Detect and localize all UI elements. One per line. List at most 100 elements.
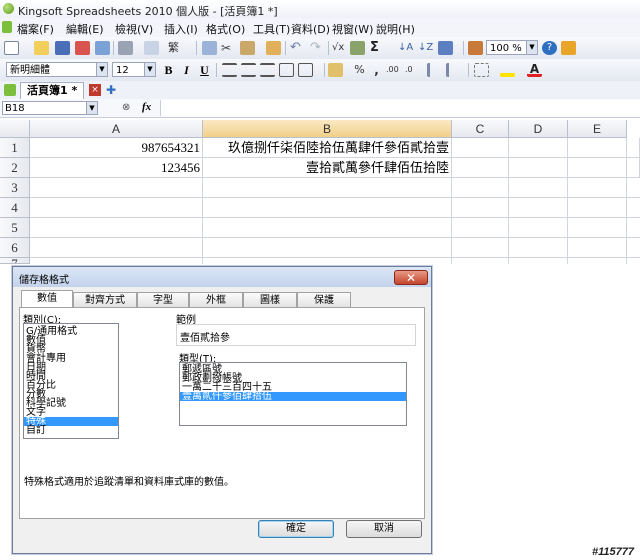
print-icon[interactable]: [118, 41, 133, 55]
align-left-icon[interactable]: [222, 63, 237, 77]
close-tab-icon[interactable]: ×: [89, 84, 101, 96]
row-header-5[interactable]: 5: [0, 218, 30, 238]
tab-alignment[interactable]: 對齊方式: [73, 292, 137, 307]
empty-cells-area[interactable]: [30, 178, 640, 264]
underline-button[interactable]: U: [197, 63, 212, 77]
new-tab-icon[interactable]: ✚: [105, 84, 117, 96]
currency-format-icon[interactable]: [328, 63, 343, 77]
select-all-corner[interactable]: [0, 120, 30, 138]
menu-help[interactable]: 說明(H): [376, 21, 415, 37]
tab-workbook1[interactable]: 活頁簿1 *: [20, 82, 85, 99]
store-icon[interactable]: [561, 41, 576, 55]
column-header-c[interactable]: C: [452, 120, 509, 138]
autosum-icon[interactable]: Σ: [370, 41, 385, 55]
help-icon[interactable]: ?: [542, 41, 557, 55]
tab-patterns[interactable]: 圖樣: [243, 292, 297, 307]
name-box[interactable]: B18 ▼: [2, 101, 98, 115]
cell-e2[interactable]: [568, 158, 640, 178]
category-list[interactable]: G/通用格式 數值 貨幣 會計專用 日期 時間 百分比 分數 科學記號 文字 特…: [23, 323, 119, 439]
chart-icon[interactable]: [468, 41, 483, 55]
decrease-decimal-icon[interactable]: .0: [405, 63, 420, 77]
comma-style-icon[interactable]: ,: [369, 63, 384, 77]
cell-d1[interactable]: [509, 138, 568, 158]
chevron-down-icon[interactable]: ▼: [144, 63, 155, 76]
print-preview-icon[interactable]: [144, 41, 159, 55]
type-list[interactable]: 郵遞區號 郵政劃撥帳號 一萬二千三百四十五 壹萬貳仟參佰肆拾伍: [179, 362, 407, 426]
borders-icon[interactable]: [474, 63, 489, 77]
menu-window[interactable]: 視窗(W): [332, 21, 373, 37]
cell-b1[interactable]: 玖億捌仟柒佰陸拾伍萬肆仟參佰貳拾壹: [203, 138, 452, 158]
insert-function-icon[interactable]: √x: [332, 41, 347, 55]
column-header-e[interactable]: E: [568, 120, 627, 138]
menu-format[interactable]: 格式(O): [206, 21, 245, 37]
cell-c1[interactable]: [452, 138, 509, 158]
decrease-indent-icon[interactable]: [427, 63, 442, 77]
menu-insert[interactable]: 插入(I): [164, 21, 198, 37]
paste-icon[interactable]: [240, 41, 255, 55]
menu-view[interactable]: 檢視(V): [115, 21, 153, 37]
undo-icon[interactable]: ↶: [290, 41, 305, 55]
cell-d2[interactable]: [509, 158, 568, 178]
formula-input[interactable]: [160, 100, 640, 116]
cut-icon[interactable]: ✂: [221, 41, 236, 55]
row-header-2[interactable]: 2: [0, 158, 30, 178]
export-pdf-icon[interactable]: [75, 41, 90, 55]
column-header-a[interactable]: A: [30, 120, 203, 138]
row-header-1[interactable]: 1: [0, 138, 30, 158]
new-document-icon[interactable]: [4, 41, 19, 55]
font-name-select[interactable]: 新明細體 ▼: [6, 62, 108, 77]
doc-menu-icon[interactable]: [2, 21, 12, 33]
redo-icon[interactable]: ↷: [310, 41, 325, 55]
fill-color-icon[interactable]: [500, 63, 515, 77]
percent-icon[interactable]: %: [352, 63, 367, 77]
menu-tools[interactable]: 工具(T): [253, 21, 290, 37]
mail-icon[interactable]: [95, 41, 110, 55]
tab-border[interactable]: 外框: [189, 292, 243, 307]
italic-button[interactable]: I: [179, 63, 194, 77]
increase-indent-icon[interactable]: [446, 63, 461, 77]
font-size-select[interactable]: 12 ▼: [112, 62, 156, 77]
cell-c2[interactable]: [452, 158, 509, 178]
row-header-4[interactable]: 4: [0, 198, 30, 218]
menu-edit[interactable]: 編輯(E): [66, 21, 104, 37]
column-header-d[interactable]: D: [509, 120, 568, 138]
bold-button[interactable]: B: [161, 63, 176, 77]
insert-function-button[interactable]: fx: [142, 101, 151, 113]
ok-button[interactable]: 確定: [258, 520, 334, 538]
copy-icon[interactable]: [202, 41, 217, 55]
increase-decimal-icon[interactable]: .00: [386, 63, 401, 77]
tab-font[interactable]: 字型: [137, 292, 189, 307]
cell-a1[interactable]: 987654321: [30, 138, 203, 158]
align-center-icon[interactable]: [241, 63, 256, 77]
type-item-selected[interactable]: 壹萬貳仟參佰肆拾伍: [180, 392, 406, 402]
category-item[interactable]: 自訂: [24, 426, 118, 436]
merge-center-icon[interactable]: [279, 63, 294, 77]
menu-data[interactable]: 資料(D): [291, 21, 330, 37]
row-header-6[interactable]: 6: [0, 238, 30, 258]
chevron-down-icon[interactable]: ▼: [526, 41, 537, 54]
open-folder-icon[interactable]: [34, 41, 49, 55]
wrap-text-icon[interactable]: [298, 63, 313, 77]
chevron-down-icon[interactable]: ▼: [86, 102, 97, 114]
cancel-button[interactable]: 取消: [346, 520, 422, 538]
zoom-select[interactable]: 100 % ▼: [486, 40, 538, 55]
cell-a2[interactable]: 123456: [30, 158, 203, 178]
sort-ascending-icon[interactable]: ↓A: [398, 41, 413, 55]
hyperlink-icon[interactable]: [350, 41, 365, 55]
row-header-7[interactable]: 7: [0, 258, 30, 264]
align-right-icon[interactable]: [260, 63, 275, 77]
sort-descending-icon[interactable]: ↓Z: [418, 41, 433, 55]
tab-protection[interactable]: 保護: [297, 292, 351, 307]
menu-file[interactable]: 檔案(F): [17, 21, 54, 37]
chevron-down-icon[interactable]: ▼: [96, 63, 107, 76]
row-header-3[interactable]: 3: [0, 178, 30, 198]
traditional-chinese-icon[interactable]: 繁: [168, 41, 183, 55]
tab-number[interactable]: 數值: [21, 290, 73, 308]
cell-e1[interactable]: [568, 138, 640, 158]
autofilter-icon[interactable]: [438, 41, 453, 55]
cell-b2[interactable]: 壹拾貳萬參仟肆佰伍拾陸: [203, 158, 452, 178]
font-color-icon[interactable]: A: [527, 63, 542, 77]
spreadsheet-grid[interactable]: A B C D E 1 2 3 4 5 6 7 987654321 玖億捌仟柒佰…: [0, 120, 640, 264]
cancel-edit-icon[interactable]: ⊗: [122, 102, 130, 113]
save-icon[interactable]: [55, 41, 70, 55]
